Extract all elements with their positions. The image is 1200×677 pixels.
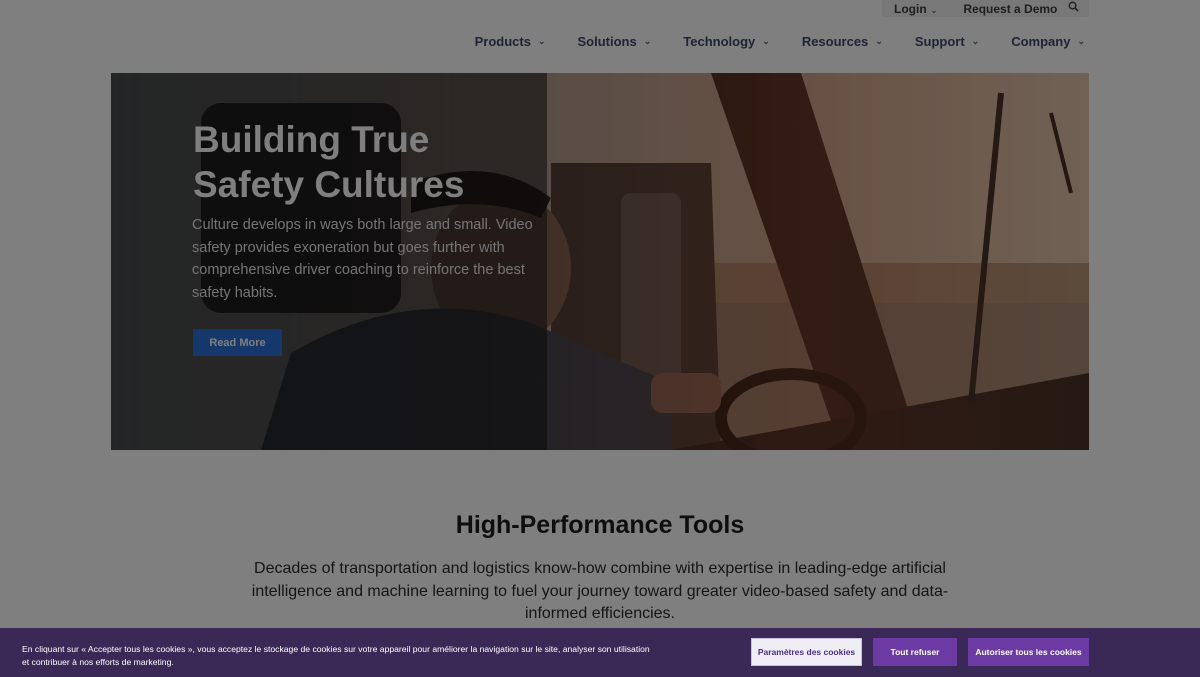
cookie-consent-banner: En cliquant sur « Accepter tous les cook…	[0, 628, 1200, 677]
modal-dim-overlay	[0, 0, 1200, 677]
refuse-all-button[interactable]: Tout refuser	[873, 638, 957, 666]
accept-all-cookies-button[interactable]: Autoriser tous les cookies	[968, 638, 1089, 666]
cookie-text-line2: et contribuer à nos efforts de marketing…	[22, 657, 174, 667]
cookie-consent-text: En cliquant sur « Accepter tous les cook…	[22, 643, 682, 669]
cookie-text-line1: En cliquant sur « Accepter tous les cook…	[22, 644, 650, 654]
cookie-settings-button[interactable]: Paramètres des cookies	[751, 638, 862, 666]
